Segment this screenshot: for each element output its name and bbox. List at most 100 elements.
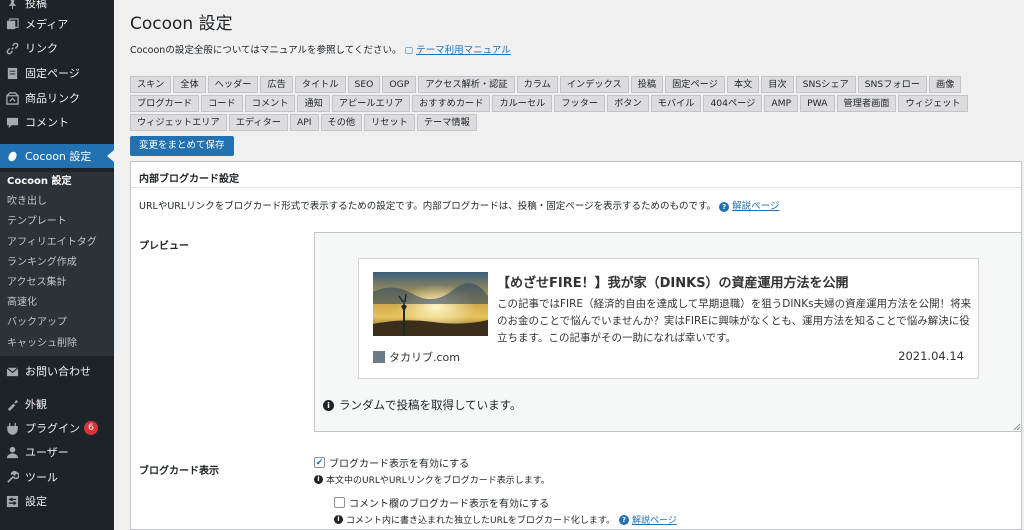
save-all-button[interactable]: 変更をまとめて保存 (130, 136, 234, 156)
tab-item[interactable]: 画像 (929, 76, 962, 93)
enable-comment-blogcard-row: コメント欄のブログカード表示を有効にする (334, 495, 549, 510)
sidebar-item-cocoon-settings[interactable]: Cocoon 設定 (0, 144, 114, 168)
enable-comment-blogcard-checkbox[interactable] (334, 497, 345, 508)
sidebar-item-product-links[interactable]: 商品リンク (0, 87, 114, 109)
mail-icon (6, 365, 19, 378)
card-excerpt: この記事ではFIRE（経済的自由を達成して早期退職）を狙うDINKs夫婦の資産運… (497, 298, 972, 344)
pin-icon (6, 0, 19, 10)
enable-comment-blogcard-label[interactable]: コメント欄のブログカード表示を有効にする (349, 495, 549, 510)
plugin-icon (6, 422, 19, 435)
tab-item[interactable]: ウィジェットエリア (130, 114, 227, 131)
tab-item[interactable]: 全体 (173, 76, 206, 93)
submenu-item-speedup[interactable]: 高速化 (0, 293, 114, 313)
tab-item[interactable]: カルーセル (492, 95, 553, 112)
card-date: 2021.04.14 (898, 349, 964, 363)
tab-item[interactable]: モバイル (650, 95, 702, 112)
tab-item[interactable]: フッター (554, 95, 606, 112)
tab-item[interactable]: ウィジェット (898, 95, 968, 112)
tab-item[interactable]: 管理者画面 (836, 95, 897, 112)
cocoon-submenu: Cocoon 設定 吹き出し テンプレート アフィリエイトタグ ランキング作成 … (0, 172, 114, 356)
panel-description-text: URLやURLリンクをブログカード形式で表示するための設定です。内部ブログカード… (139, 201, 717, 212)
submenu-item-ranking[interactable]: ランキング作成 (0, 253, 114, 273)
submenu-item-speech-balloon[interactable]: 吹き出し (0, 192, 114, 212)
tab-item[interactable]: API (289, 114, 319, 131)
tab-item[interactable]: インデックス (559, 76, 629, 93)
sidebar-item-pages[interactable]: 固定ページ (0, 62, 114, 84)
tab-item[interactable]: アピールエリア (331, 95, 411, 112)
enable-blogcard-note: i 本文中のURLやURLリンクをブログカード表示します。 (314, 473, 550, 486)
tab-item[interactable]: ブログカード (130, 95, 200, 112)
sidebar-item-posts[interactable]: 投稿 (0, 0, 114, 14)
page-icon (6, 67, 19, 80)
tab-item[interactable]: 投稿 (630, 76, 664, 93)
comment-icon (6, 116, 19, 129)
sidebar-item-label: お問い合わせ (25, 365, 91, 378)
sidebar-item-users[interactable]: ユーザー (0, 441, 114, 463)
tab-item[interactable]: SNSフォロー (857, 76, 928, 93)
tab-item[interactable]: 広告 (260, 76, 293, 93)
tab-item[interactable]: タイトル (294, 76, 346, 93)
sidebar-item-appearance[interactable]: 外観 (0, 393, 114, 415)
comment-help-link[interactable]: 解説ページ (632, 513, 677, 526)
sidebar-item-label: 外観 (25, 398, 47, 411)
submenu-item-cocoon-settings[interactable]: Cocoon 設定 (0, 172, 114, 192)
sidebar-item-label: プラグイン (25, 422, 80, 435)
preview-label: プレビュー (139, 241, 189, 252)
tab-item[interactable]: カラム (516, 76, 558, 93)
tab-item[interactable]: アクセス解析・認証 (418, 76, 515, 93)
tab-item[interactable]: 本文 (726, 76, 760, 93)
cocoon-icon (6, 150, 19, 163)
submenu-item-backup[interactable]: バックアップ (0, 313, 114, 333)
sidebar-item-comments[interactable]: コメント (0, 111, 114, 133)
sidebar-item-tools[interactable]: ツール (0, 466, 114, 488)
sidebar-item-media[interactable]: メディア (0, 13, 114, 35)
tab-item[interactable]: テーマ情報 (416, 114, 477, 131)
random-note: i ランダムで投稿を取得しています。 (323, 397, 522, 413)
tab-item[interactable]: エディター (228, 114, 288, 131)
tab-item[interactable]: おすすめカード (412, 95, 491, 112)
sidebar-item-settings[interactable]: 設定 (0, 490, 114, 512)
tab-item[interactable]: 目次 (761, 76, 794, 93)
tab-item[interactable]: スキン (130, 76, 172, 93)
tab-item[interactable]: OGP (382, 76, 417, 93)
panel-divider (131, 187, 1021, 188)
tab-item[interactable]: AMP (764, 95, 799, 112)
book-icon: ▢ (404, 46, 414, 56)
tab-item[interactable]: 通知 (297, 95, 330, 112)
submenu-item-affiliate-tag[interactable]: アフィリエイトタグ (0, 233, 114, 253)
submenu-item-cache-delete[interactable]: キャッシュ削除 (0, 334, 114, 354)
sidebar-item-label: 設定 (25, 495, 47, 508)
intro-label: Cocoonの設定全般についてはマニュアルを参照してください。 (130, 45, 402, 56)
submenu-item-template[interactable]: テンプレート (0, 212, 114, 232)
tab-item[interactable]: SNSシェア (795, 76, 856, 93)
tab-item[interactable]: 固定ページ (665, 76, 725, 93)
tab-item[interactable]: その他 (320, 114, 363, 131)
tab-item[interactable]: リセット (364, 114, 415, 131)
enable-blogcard-checkbox[interactable]: ✔ (314, 457, 325, 468)
tab-item[interactable]: コード (201, 95, 243, 112)
resize-handle-icon[interactable] (1012, 422, 1020, 430)
submenu-item-access-stats[interactable]: アクセス集計 (0, 273, 114, 293)
enable-blogcard-label[interactable]: ブログカード表示を有効にする (329, 455, 469, 470)
main-content: Cocoon 設定 Cocoonの設定全般についてはマニュアルを参照してください… (114, 0, 1024, 530)
random-note-text: ランダムで投稿を取得しています。 (339, 398, 522, 412)
plugin-update-badge: 6 (84, 421, 98, 435)
tab-item[interactable]: コメント (244, 95, 296, 112)
sidebar-item-label: リンク (25, 42, 58, 55)
tab-item[interactable]: SEO (347, 76, 381, 93)
sidebar-item-label: メディア (25, 18, 69, 31)
tab-item[interactable]: PWA (800, 95, 835, 112)
enable-comment-blogcard-note: i コメント内に書き込まれた独立したURLをブログカード化します。 ? 解説ペー… (334, 513, 677, 526)
tab-item[interactable]: 404ページ (703, 95, 763, 112)
blog-card[interactable]: 【めざせFIRE！】我が家（DINKS）の資産運用方法を公開 この記事ではFIR… (358, 258, 979, 379)
intro-text: Cocoonの設定全般についてはマニュアルを参照してください。 ▢ テーマ利用マ… (130, 42, 511, 56)
sidebar-item-contact[interactable]: お問い合わせ (0, 360, 114, 382)
tool-icon (6, 470, 19, 484)
tab-item[interactable]: ボタン (607, 95, 649, 112)
tab-item[interactable]: ヘッダー (207, 76, 259, 93)
sidebar-item-plugins[interactable]: プラグイン 6 (0, 417, 114, 439)
manual-link[interactable]: テーマ利用マニュアル (416, 45, 511, 56)
info-icon: i (323, 399, 334, 411)
sidebar-item-links[interactable]: リンク (0, 37, 114, 59)
help-link[interactable]: 解説ページ (732, 201, 779, 212)
